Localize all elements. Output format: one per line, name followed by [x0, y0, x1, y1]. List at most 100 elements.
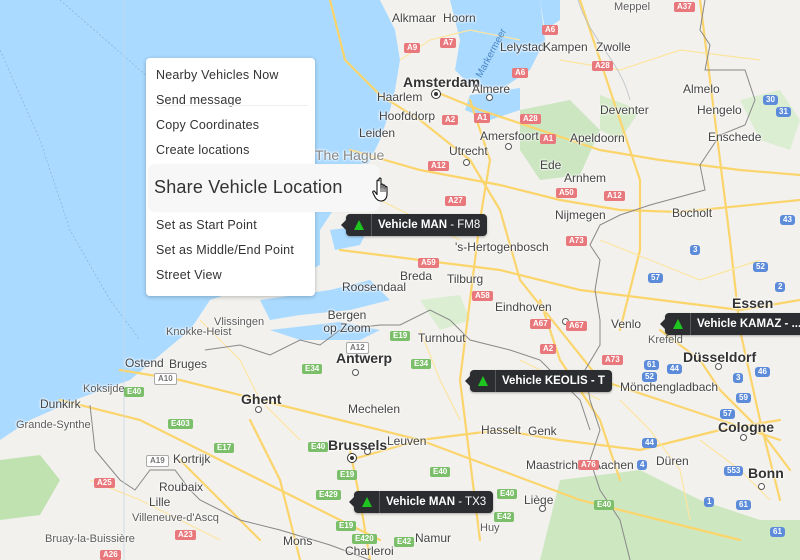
menu-item-set-start-point[interactable]: Set as Start Point [156, 218, 257, 232]
hand-pointer-icon [372, 177, 388, 202]
city-label: Nijmegen [555, 208, 606, 222]
city-label: Bonn [748, 465, 784, 481]
road-shield: A1 [540, 134, 557, 144]
road-shield: 4 [637, 460, 648, 470]
vehicle-name: Vehicle MAN [378, 219, 448, 231]
road-shield: A27 [445, 196, 466, 206]
road-shield: E40 [497, 489, 518, 499]
city-label: Amsterdam [403, 74, 481, 90]
vehicle-name: Vehicle KEOLIS - T [502, 375, 605, 387]
vehicle-label[interactable]: Vehicle MAN - FM8 [340, 214, 488, 236]
city-label: Maastricht [526, 458, 582, 472]
road-shield: E19 [337, 470, 358, 480]
vehicle-suffix: - FM8 [447, 219, 481, 231]
road-shield: 61 [644, 360, 659, 370]
city-label: Deventer [600, 103, 649, 117]
menu-item-nearby-vehicles[interactable]: Nearby Vehicles Now [156, 68, 279, 82]
road-shield: E40 [308, 442, 329, 452]
road-shield: E403 [168, 419, 193, 429]
city-label: Essen [732, 295, 774, 311]
city-label: Almere [472, 82, 511, 96]
road-shield: E34 [302, 364, 323, 374]
road-shield: E40 [430, 467, 451, 477]
vehicle-label[interactable]: Vehicle KAMAZ - ... [659, 313, 800, 335]
city-label: Huy [480, 522, 500, 534]
city-label: Düren [656, 454, 689, 468]
city-label: Hoofddorp [379, 109, 436, 123]
road-shield: A50 [556, 188, 577, 198]
road-shield: A12 [428, 161, 449, 171]
menu-item-create-locations[interactable]: Create locations [156, 143, 250, 157]
menu-item-set-middle-end-point[interactable]: Set as Middle/End Point [156, 243, 294, 257]
road-shield: A59 [418, 258, 439, 268]
vehicle-label[interactable]: Vehicle KEOLIS - T [465, 370, 612, 392]
menu-item-street-view[interactable]: Street View [156, 268, 222, 282]
city-marker [539, 505, 546, 512]
road-shield: 61 [770, 527, 785, 537]
city-label: Ghent [241, 391, 282, 407]
menu-item-label: Share Vehicle Location [154, 177, 343, 197]
city-label: Leiden [359, 126, 396, 140]
city-label: Hasselt [481, 423, 522, 437]
city-label: The Hague [315, 147, 385, 163]
capital-marker [432, 90, 440, 98]
city-marker [364, 448, 371, 455]
road-shield: A6 [542, 25, 559, 35]
city-label: Grande-Synthe [16, 419, 91, 431]
road-shield: A2 [442, 115, 459, 125]
city-label: Mechelen [348, 402, 401, 416]
road-shield: 2 [775, 282, 786, 292]
map-canvas[interactable]: Alkmaar Hoorn Lelystad Kampen Zwolle Mep… [0, 0, 800, 560]
vehicle-suffix: - TX3 [455, 496, 487, 508]
road-shield: 61 [736, 500, 751, 510]
road-shield: A67 [566, 321, 587, 331]
road-shield: E19 [336, 521, 357, 531]
city-marker [255, 406, 262, 413]
city-label: Apeldoorn [570, 131, 625, 145]
city-label: Roubaix [159, 480, 204, 494]
road-shield: A26 [100, 550, 121, 560]
road-shield: 1 [704, 497, 715, 507]
road-shield: A6 [512, 68, 529, 78]
road-shield: A7 [440, 38, 457, 48]
city-label: Ede [540, 158, 562, 172]
city-label: Leuven [387, 434, 427, 448]
city-label: Aachen [593, 458, 634, 472]
road-shield: 3 [690, 245, 701, 255]
city-label: Lille [149, 495, 171, 509]
city-label: Kampen [543, 40, 588, 54]
road-shield: A25 [94, 478, 115, 488]
road-shield: A12 [346, 342, 369, 354]
green-triangle-icon [470, 370, 496, 392]
vehicle-label[interactable]: Vehicle MAN - TX3 [348, 491, 494, 513]
road-shield: 43 [780, 215, 795, 225]
road-shield: A28 [520, 114, 541, 124]
road-shield: A2 [540, 344, 557, 354]
city-label: Turnhout [418, 331, 466, 345]
road-shield: E17 [214, 443, 235, 453]
road-shield: A73 [566, 236, 587, 246]
city-label: Namur [415, 531, 452, 545]
road-shield: A76 [578, 460, 599, 470]
road-shield: A9 [404, 43, 421, 53]
city-label: Arnhem [564, 171, 607, 185]
road-shield: E40 [124, 387, 145, 397]
city-label: Krefeld [648, 334, 683, 346]
city-label: Liège [524, 493, 554, 507]
menu-item-share-vehicle-location[interactable]: Share Vehicle Location [148, 164, 380, 212]
green-triangle-icon [665, 313, 691, 335]
road-shield: 46 [755, 367, 770, 377]
green-triangle-icon [346, 214, 372, 236]
city-label: Alkmaar [392, 11, 437, 25]
menu-item-copy-coordinates[interactable]: Copy Coordinates [156, 118, 259, 132]
city-label: Bocholt [672, 206, 713, 220]
city-label: Knokke-Heist [166, 326, 232, 338]
city-label: Eindhoven [495, 300, 552, 314]
city-label: Hoorn [443, 11, 476, 25]
vehicle-name: Vehicle KAMAZ - ... [697, 318, 800, 330]
road-shield: 52 [642, 372, 657, 382]
road-shield: 57 [720, 409, 735, 419]
road-shield: 44 [667, 364, 682, 374]
city-label: Kortrijk [173, 452, 211, 466]
city-label: Bergen op Zoom [323, 308, 371, 336]
